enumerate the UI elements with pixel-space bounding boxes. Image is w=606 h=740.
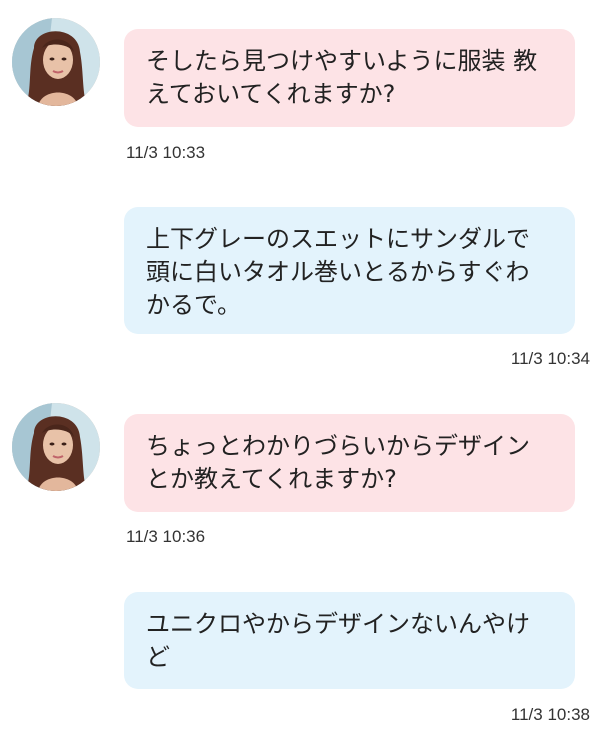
message-text: ユニクロやからデザインないんやけど	[146, 610, 530, 671]
message-timestamp: 11/3 10:38	[510, 705, 590, 724]
message-timestamp: 11/3 10:34	[510, 349, 590, 368]
chat-thread[interactable]: そしたら見つけやすいように服装 教えておいてくれますか? 11/3 10:33 …	[0, 0, 606, 740]
message-text: そしたら見つけやすいように服装 教えておいてくれますか?	[146, 47, 538, 108]
message-timestamp: 11/3 10:33	[126, 143, 206, 162]
message-bubble-outgoing[interactable]: 上下グレーのスエットにサンダルで頭に白いタオル巻いとるからすぐわかるで。	[124, 207, 575, 334]
message-text: ちょっとわかりづらいからデザインとか教えてくれますか?	[146, 432, 530, 493]
avatar[interactable]	[12, 403, 100, 491]
message-bubble-incoming[interactable]: ちょっとわかりづらいからデザインとか教えてくれますか?	[124, 414, 575, 512]
avatar[interactable]	[12, 18, 100, 106]
woman-portrait-icon	[12, 403, 100, 491]
message-bubble-incoming[interactable]: そしたら見つけやすいように服装 教えておいてくれますか?	[124, 29, 575, 127]
woman-portrait-icon	[12, 18, 100, 106]
message-bubble-outgoing[interactable]: ユニクロやからデザインないんやけど	[124, 592, 575, 689]
message-text: 上下グレーのスエットにサンダルで頭に白いタオル巻いとるからすぐわかるで。	[146, 225, 530, 319]
message-timestamp: 11/3 10:36	[126, 527, 206, 546]
